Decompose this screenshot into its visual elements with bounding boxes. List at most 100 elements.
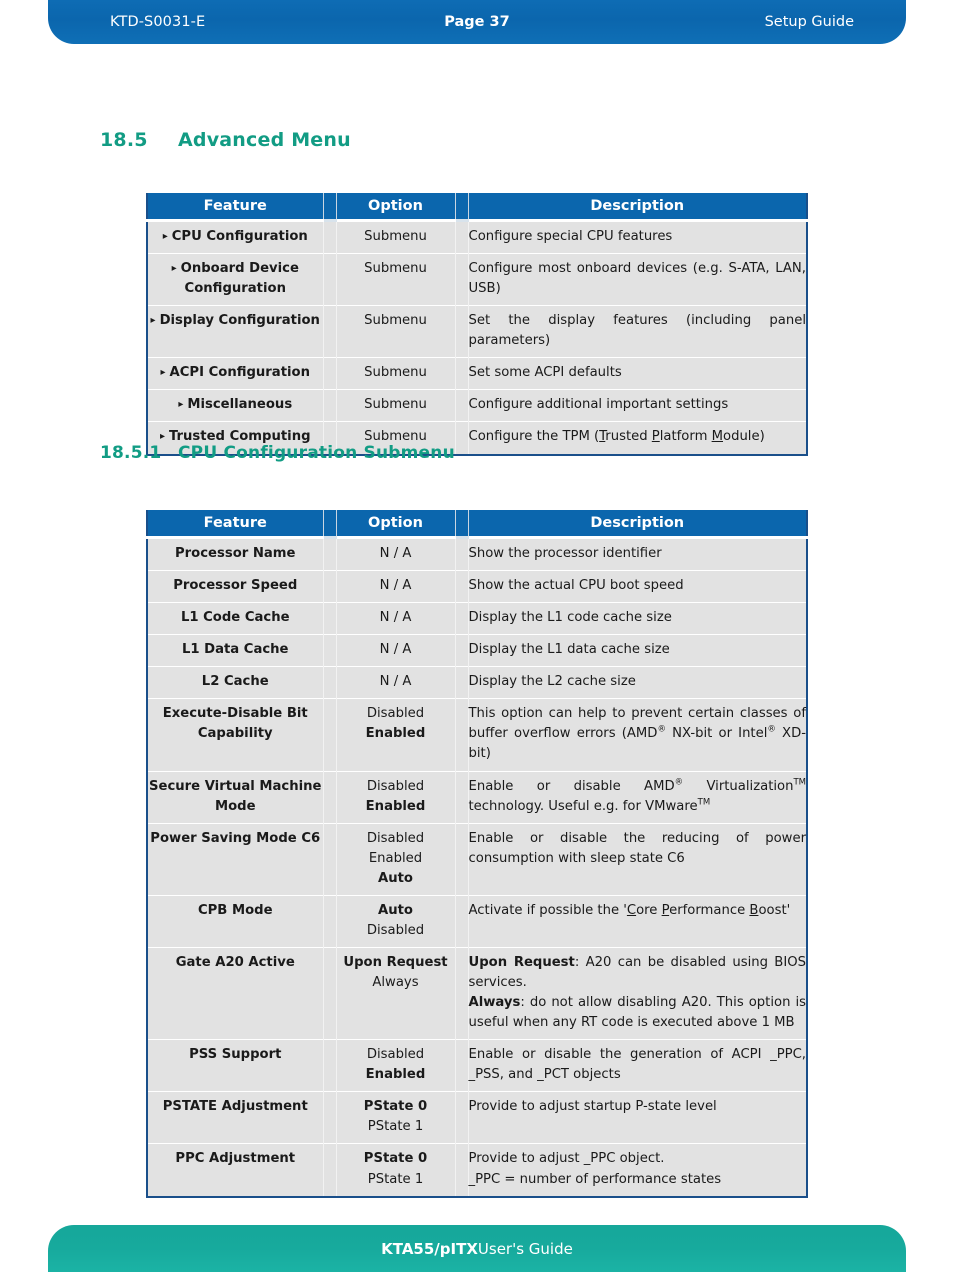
- row-feature-cell: PSS Support: [147, 1039, 323, 1092]
- section-title-text: Advanced Menu: [178, 129, 351, 151]
- column-header-option: Option: [336, 193, 455, 222]
- row-description-cell: This option can help to prevent certain …: [468, 698, 807, 771]
- option-value: Submenu: [364, 261, 427, 277]
- row-spacer-2: [454, 537, 469, 571]
- cpu-configuration-body: Processor Name N / A Show the processor id…: [147, 537, 807, 1197]
- option-value: N / A: [379, 674, 412, 690]
- column-spacer-1: [322, 193, 337, 222]
- option-value: Enabled: [365, 1067, 426, 1083]
- option-value: PState 1: [367, 1171, 424, 1187]
- option-value: PState 0: [363, 1151, 428, 1167]
- option-value: Disabled: [366, 922, 425, 938]
- row-description-cell: Configure the TPM (Trusted Platform Modu…: [468, 421, 807, 455]
- row-option-cell: Submenu: [336, 389, 455, 422]
- row-feature-cell: ▸ Miscellaneous: [147, 389, 323, 422]
- row-spacer-1: [322, 946, 337, 1040]
- table-row: PPC Adjustment PState 0 PState 1 Provide to…: [147, 1143, 807, 1197]
- option-value: Disabled: [366, 830, 425, 846]
- row-feature-cell: Power Saving Mode C6: [147, 822, 323, 896]
- row-option-cell: N / A: [336, 666, 455, 699]
- option-value: Auto: [378, 902, 413, 918]
- table-header-row: Feature Option Description: [147, 193, 807, 222]
- column-header-description: Description: [468, 193, 807, 222]
- option-value: Submenu: [364, 229, 427, 244]
- row-option-cell: N / A: [336, 634, 455, 667]
- table-row: Execute-Disable Bit Capability Disabled En…: [147, 698, 807, 771]
- option-value: Disabled: [366, 1047, 425, 1063]
- option-value: Disabled: [366, 706, 425, 722]
- page-footer-banner: KTA55/pITX User's Guide: [48, 1225, 906, 1272]
- table-row: Secure Virtual Machine Mode Disabled Enabl…: [147, 770, 807, 824]
- row-spacer-1: [322, 822, 337, 896]
- triangle-bullet-icon: ▸: [178, 399, 184, 411]
- subsection-heading: 18.5.1 CPU Configuration Submenu: [100, 443, 455, 463]
- row-description-cell: Configure special CPU features: [468, 220, 807, 254]
- row-description-cell: Activate if possible the 'Core Performan…: [468, 894, 807, 948]
- row-description-cell: Enable or disable the reducing of power …: [468, 822, 807, 896]
- table-row: ▸ ACPI Configuration Submenu Set some ACPI …: [147, 357, 807, 390]
- row-feature-cell: L1 Data Cache: [147, 634, 323, 667]
- row-spacer-1: [322, 634, 337, 667]
- table-header-row: Feature Option Description: [147, 510, 807, 539]
- row-spacer-1: [322, 1039, 337, 1092]
- option-value: Enabled: [365, 798, 426, 814]
- subsection-number: 18.5.1: [100, 443, 162, 463]
- row-spacer-1: [322, 770, 337, 824]
- row-spacer-1: [322, 1143, 337, 1197]
- row-option-cell: Submenu: [336, 253, 455, 306]
- row-spacer-2: [454, 894, 469, 948]
- row-spacer-1: [322, 570, 337, 603]
- option-value: N / A: [379, 578, 412, 594]
- column-header-feature: Feature: [147, 510, 323, 539]
- row-spacer-2: [454, 305, 469, 358]
- column-header-feature: Feature: [147, 193, 323, 222]
- triangle-bullet-icon: ▸: [160, 367, 166, 379]
- row-description-cell: Provide to adjust _PPC object. _PPC = num…: [468, 1143, 807, 1197]
- column-header-description: Description: [468, 510, 807, 539]
- subsection-title-text: CPU Configuration Submenu: [178, 443, 455, 463]
- row-spacer-2: [454, 946, 469, 1040]
- row-feature-cell: ▸ Display Configuration: [147, 305, 323, 358]
- row-description-cell: Display the L2 cache size: [468, 666, 807, 699]
- option-value: N / A: [379, 642, 412, 658]
- table-row: ▸ Miscellaneous Submenu Configure additiona…: [147, 389, 807, 422]
- row-spacer-2: [454, 570, 469, 603]
- row-option-cell: N / A: [336, 570, 455, 603]
- row-feature-cell: Processor Speed: [147, 570, 323, 603]
- row-spacer-1: [322, 537, 337, 571]
- row-feature-cell: ▸ CPU Configuration: [147, 220, 323, 254]
- advanced-menu-table: Feature Option Description ▸ CPU Configur…: [146, 193, 808, 456]
- row-feature-cell: L2 Cache: [147, 666, 323, 699]
- row-description-cell: Display the L1 code cache size: [468, 602, 807, 635]
- option-value: N / A: [379, 610, 412, 626]
- row-description-cell: Set the display features (including pane…: [468, 305, 807, 358]
- row-spacer-1: [322, 894, 337, 948]
- row-spacer-1: [322, 357, 337, 390]
- row-option-cell: Disabled Enabled: [336, 1039, 455, 1092]
- row-option-cell: PState 0 PState 1: [336, 1091, 455, 1144]
- option-value: Enabled: [365, 726, 426, 742]
- table-row: Processor Speed N / A Show the actual CPU …: [147, 570, 807, 603]
- row-feature-cell: Execute-Disable Bit Capability: [147, 698, 323, 771]
- row-feature-cell: ▸ ACPI Configuration: [147, 357, 323, 390]
- column-header-option: Option: [336, 510, 455, 539]
- row-spacer-2: [454, 220, 469, 254]
- row-description-cell: Provide to adjust startup P-state level: [468, 1091, 807, 1144]
- row-spacer-1: [322, 1091, 337, 1144]
- table-row: CPB Mode Auto Disabled Activate if possible…: [147, 894, 807, 948]
- row-option-cell: Submenu: [336, 305, 455, 358]
- option-value: PState 1: [367, 1119, 424, 1135]
- row-option-cell: Auto Disabled: [336, 894, 455, 948]
- section-number: 18.5: [100, 129, 148, 151]
- row-spacer-1: [322, 220, 337, 254]
- option-value: Upon Request: [343, 954, 448, 970]
- row-description-cell: Show the processor identifier: [468, 537, 807, 571]
- row-feature-cell: PSTATE Adjustment: [147, 1091, 323, 1144]
- row-spacer-2: [454, 1039, 469, 1092]
- row-spacer-2: [454, 666, 469, 699]
- footer-product-name: KTA55/pITX: [381, 1239, 478, 1258]
- row-feature-cell: CPB Mode: [147, 894, 323, 948]
- row-spacer-2: [454, 1143, 469, 1197]
- row-feature-cell: Processor Name: [147, 537, 323, 571]
- row-spacer-1: [322, 389, 337, 422]
